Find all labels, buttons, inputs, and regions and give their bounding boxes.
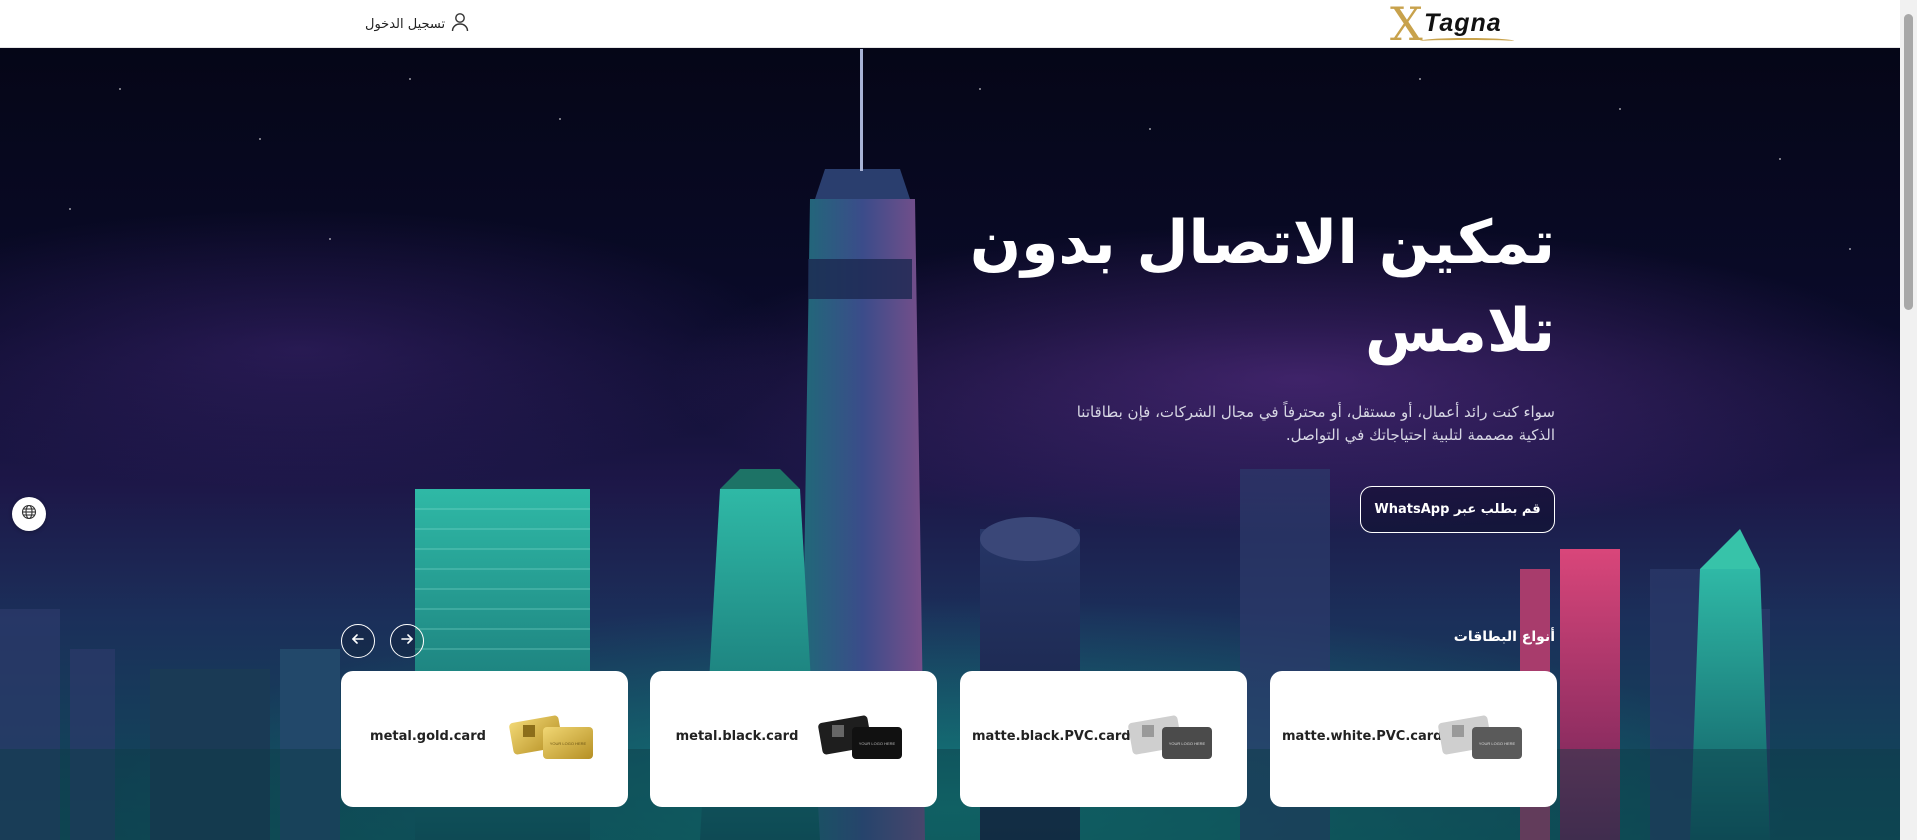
card-name: metal.gold.card: [370, 729, 486, 744]
card-image-matte-white: YOUR LOGO HERE: [1438, 715, 1522, 759]
card-item-metal-gold[interactable]: metal.gold.card YOUR LOGO HERE: [341, 671, 628, 807]
globe-icon: [21, 504, 37, 524]
whatsapp-order-button[interactable]: قم بطلب عبر WhatsApp: [1360, 486, 1555, 533]
city-skyline-illustration: [0, 49, 1900, 840]
card-print-text: YOUR LOGO HERE: [1169, 741, 1206, 746]
card-print-text: YOUR LOGO HERE: [550, 741, 587, 746]
login-label: تسجيل الدخول: [365, 16, 446, 32]
card-item-metal-black[interactable]: metal.black.card YOUR LOGO HERE: [650, 671, 937, 807]
logo-wordmark: Tagna: [1424, 9, 1502, 37]
card-types-heading: أنواع البطاقات: [1453, 629, 1555, 645]
hero-section: تمكين الاتصال بدون تلامس سواء كنت رائد أ…: [0, 49, 1900, 840]
top-navbar: X Tagna تسجيل الدخول: [0, 0, 1900, 50]
carousel-next-button[interactable]: [390, 624, 424, 658]
brand-logo[interactable]: X Tagna: [1390, 0, 1530, 50]
page-scrollbar[interactable]: [1900, 0, 1917, 840]
hero-subtitle: سواء كنت رائد أعمال، أو مستقل، أو محترفا…: [1076, 403, 1555, 444]
card-name: matte.white.PVC.card: [1282, 729, 1443, 744]
card-print-text: YOUR LOGO HERE: [859, 741, 896, 746]
logo-x-mark: X: [1390, 0, 1423, 51]
card-item-matte-black-pvc[interactable]: matte.black.PVC.card YOUR LOGO HERE: [960, 671, 1247, 807]
card-name: matte.black.PVC.card: [972, 729, 1131, 744]
card-image-metal-black: YOUR LOGO HERE: [818, 715, 902, 759]
arrow-right-icon: [399, 631, 415, 651]
arrow-left-icon: [350, 631, 366, 651]
scrollbar-thumb[interactable]: [1904, 14, 1913, 310]
card-print-text: YOUR LOGO HERE: [1479, 741, 1516, 746]
user-icon: [451, 12, 469, 36]
logo-swoosh: [1420, 38, 1514, 44]
carousel-prev-button[interactable]: [341, 624, 375, 658]
card-name: metal.black.card: [675, 729, 799, 744]
hero-title: تمكين الاتصال بدون تلامس: [969, 208, 1555, 366]
card-item-matte-white-pvc[interactable]: matte.white.PVC.card YOUR LOGO HERE: [1270, 671, 1557, 807]
login-link[interactable]: تسجيل الدخول: [365, 12, 469, 36]
language-switch-button[interactable]: [12, 497, 46, 531]
card-image-matte-black: YOUR LOGO HERE: [1128, 715, 1212, 759]
card-image-metal-gold: YOUR LOGO HERE: [509, 715, 593, 759]
